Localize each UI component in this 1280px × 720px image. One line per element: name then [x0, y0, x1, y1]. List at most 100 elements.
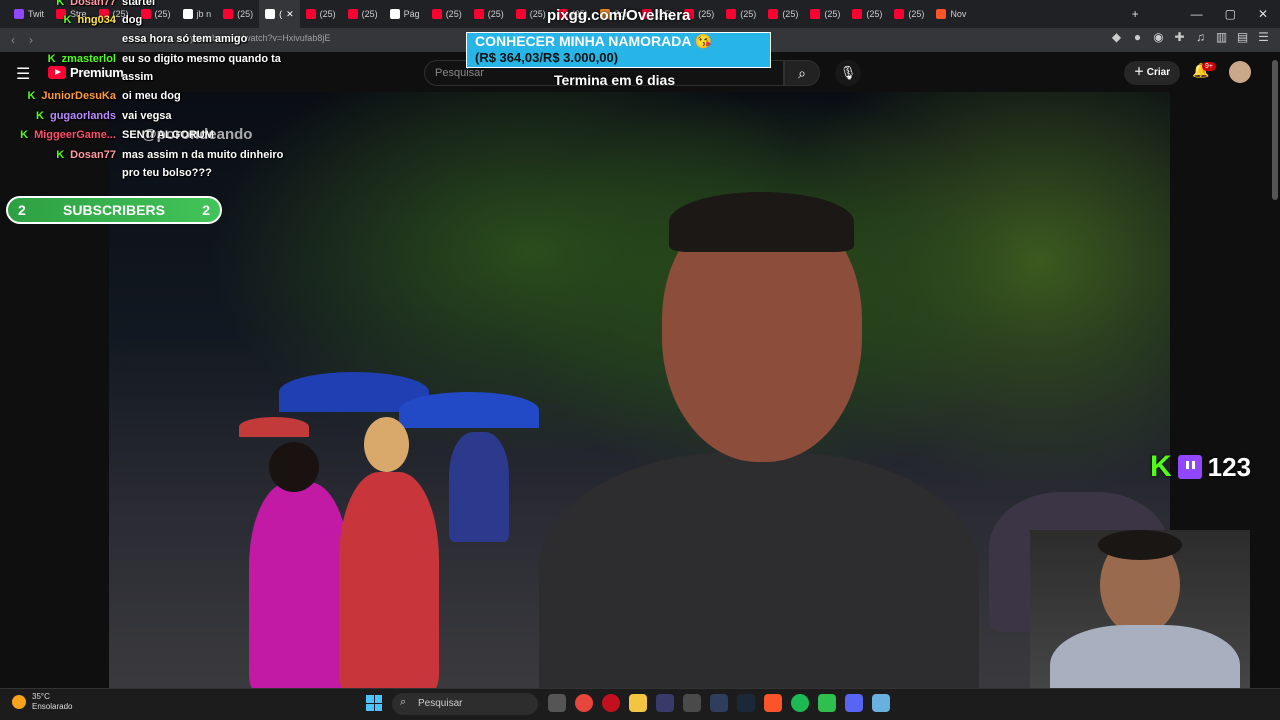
tab-favicon-icon [894, 9, 905, 19]
browser-tab[interactable]: (25) [846, 0, 888, 28]
tab-label: Pág [403, 9, 420, 19]
chat-username: Kgugaorlands [0, 110, 116, 122]
subs-count-right: 2 [202, 202, 210, 218]
browser-tab[interactable]: (25) [804, 0, 846, 28]
subs-label: SUBSCRIBERS [63, 202, 165, 218]
tab-label: (25) [319, 9, 336, 19]
viewer-count: 123 [1207, 451, 1252, 482]
search-icon: ⌕ [400, 696, 407, 708]
weather-desc: Ensolarado [32, 702, 73, 711]
page-scrollbar[interactable] [1272, 60, 1278, 200]
create-button[interactable]: ＋ Criar [1124, 61, 1181, 85]
browser-tab[interactable]: (25) [720, 0, 762, 28]
tab-favicon-icon [515, 9, 526, 19]
puzzle-icon[interactable]: ✚ [1173, 30, 1186, 44]
minimize-icon[interactable]: — [1191, 7, 1203, 21]
tab-label: (25) [866, 9, 883, 19]
tab-favicon-icon [852, 9, 863, 19]
extension-icon[interactable]: ● [1131, 30, 1144, 44]
tab-favicon-icon [768, 9, 779, 19]
taskbar-search[interactable]: ⌕ Pesquisar [392, 693, 538, 715]
kick-badge-icon: K [47, 53, 56, 65]
browser-tab[interactable]: (25) [888, 0, 930, 28]
app-icon[interactable] [656, 694, 674, 712]
brave-icon[interactable] [764, 694, 782, 712]
goal-progress: (R$ 364,03/R$ 3.000,00) [475, 50, 619, 65]
person-main-hair [669, 192, 854, 252]
person-head [269, 442, 319, 492]
browser-tab[interactable]: (25) [510, 0, 552, 28]
chat-username: Khng034 [0, 14, 116, 26]
browser-tab[interactable]: (25) [762, 0, 804, 28]
browser-tab[interactable]: (25) [300, 0, 342, 28]
app-icon[interactable] [710, 694, 728, 712]
browser-tab[interactable]: (25) [468, 0, 510, 28]
browser-tab[interactable]: Nov [930, 0, 972, 28]
taskbar-apps [548, 694, 890, 712]
browser-tab[interactable]: (25) [342, 0, 384, 28]
tab-favicon-icon [936, 9, 947, 19]
weather-temp: 35°C [32, 692, 50, 701]
notepad-icon[interactable] [872, 694, 890, 712]
windows-start-icon[interactable] [366, 695, 382, 711]
sidebar-icon[interactable]: ▥ [1215, 30, 1228, 44]
search-icon[interactable]: ⌕ [784, 60, 820, 86]
browser-tab[interactable]: Pág [384, 0, 426, 28]
chat-message: K Dosan77 startei [0, 0, 300, 8]
kick-badge-icon: K [63, 14, 72, 26]
chat-username: Kzmasterlol [0, 53, 116, 65]
chat-message: Kgugaorlands vai vegsa [0, 110, 300, 122]
person-pink [249, 482, 349, 688]
menu-icon[interactable]: ☰ [1257, 30, 1270, 44]
red-tent [239, 417, 309, 437]
wallet-icon[interactable]: ▤ [1236, 30, 1249, 44]
webcam-hair [1098, 530, 1182, 560]
task-view-icon[interactable] [548, 694, 566, 712]
app-icon[interactable] [818, 694, 836, 712]
extension-icon[interactable]: ◆ [1110, 30, 1123, 44]
steam-icon[interactable] [737, 694, 755, 712]
mannequin-shirt [449, 432, 509, 542]
tab-label: (25) [529, 9, 546, 19]
chat-text: startei [122, 0, 156, 8]
avatar[interactable] [1229, 61, 1251, 83]
chat-text: oi meu dog [122, 90, 181, 102]
chat-username-text: hng034 [77, 14, 116, 26]
kick-badge-icon: K [20, 129, 29, 141]
mic-icon[interactable]: 🎙 [835, 60, 861, 86]
extension-icon[interactable]: ◉ [1152, 30, 1165, 44]
sun-icon [12, 695, 26, 709]
weather-widget[interactable]: 35°C Ensolarado [12, 692, 72, 712]
subscribers-goal-badge: 2 SUBSCRIBERS 2 [6, 196, 222, 224]
media-icon[interactable]: ♫ [1194, 30, 1207, 44]
chat-message: assim [0, 71, 300, 83]
chrome-icon[interactable] [575, 694, 593, 712]
chat-username: K MiggeerGame... [0, 129, 116, 141]
browser-tab[interactable]: (25) [426, 0, 468, 28]
tab-label: (25) [361, 9, 378, 19]
chat-username-text: Dosan77 [70, 149, 116, 161]
browser-extension-icons: ◆ ● ◉ ✚ ♫ ▥ ▤ ☰ [1110, 30, 1270, 44]
maximize-icon[interactable]: ▢ [1225, 7, 1236, 21]
new-tab-icon[interactable]: + [1132, 7, 1139, 21]
chat-username-text: MiggeerGame... [34, 129, 116, 141]
tab-label: (25) [908, 9, 925, 19]
discord-icon[interactable] [845, 694, 863, 712]
tab-label: (25) [782, 9, 799, 19]
folder-icon[interactable] [629, 694, 647, 712]
chat-text: eu so digito mesmo quando ta [122, 53, 281, 65]
person-plaid [339, 472, 439, 688]
chat-text: dog [122, 14, 143, 26]
tab-label: (25) [824, 9, 841, 19]
chat-text: assim [122, 71, 154, 83]
opera-icon[interactable] [602, 694, 620, 712]
close-window-icon[interactable]: ✕ [1258, 7, 1268, 21]
chat-text: vai vegsa [122, 110, 172, 122]
tab-label: Nov [950, 9, 967, 19]
tab-label: (25) [445, 9, 462, 19]
twitch-logo-icon [1177, 455, 1202, 479]
chat-username: K Dosan77 [0, 149, 116, 161]
spotify-icon[interactable] [791, 694, 809, 712]
app-icon[interactable] [683, 694, 701, 712]
tab-label: (25) [487, 9, 504, 19]
